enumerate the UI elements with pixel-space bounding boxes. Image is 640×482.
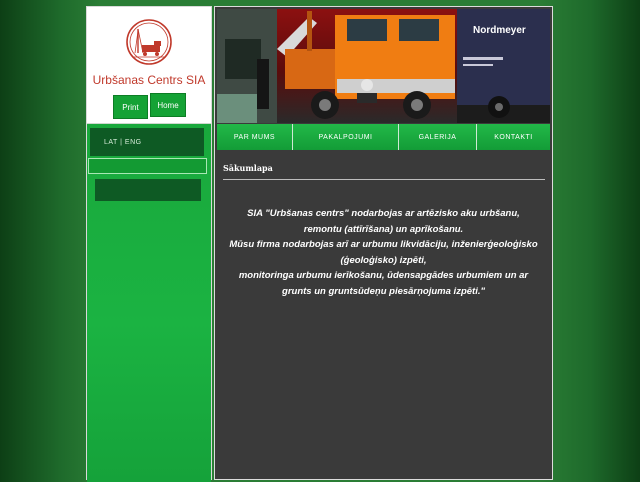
language-switcher[interactable]: LAT | ENG bbox=[90, 128, 204, 156]
intro-line: SIA "Urbšanas centrs" nodarbojas ar artē… bbox=[247, 208, 520, 219]
content-area: Sākumlapa SIA "Urbšanas centrs" nodarboj… bbox=[217, 151, 550, 479]
intro-text: SIA "Urbšanas centrs" nodarbojas ar artē… bbox=[217, 206, 550, 300]
top-navigation: PAR MUMS PAKALPOJUMI GALERIJA KONTAKTI bbox=[217, 124, 550, 150]
print-button[interactable]: Print bbox=[113, 95, 148, 119]
left-column: Urbšanas Centrs SIA Print Home LAT | ENG bbox=[86, 6, 212, 482]
truck-photo-icon: Nordmeyer bbox=[217, 9, 550, 123]
header-banner-image: Nordmeyer bbox=[217, 9, 550, 123]
nav-item-kontakti[interactable]: KONTAKTI bbox=[477, 124, 550, 150]
nav-item-pakalpojumi[interactable]: PAKALPOJUMI bbox=[293, 124, 399, 150]
banner-brand-text: Nordmeyer bbox=[473, 25, 526, 36]
brand-name: Urbšanas Centrs SIA bbox=[92, 73, 206, 87]
side-menu-block bbox=[95, 179, 201, 201]
nav-item-par-mums[interactable]: PAR MUMS bbox=[217, 124, 293, 150]
main-column: Nordmeyer PAR MUMS PAKALPOJUMI GALERIJA … bbox=[214, 6, 553, 480]
intro-line: Mūsu firma nodarbojas arī ar urbumu likv… bbox=[229, 239, 538, 251]
nav-item-galerija[interactable]: GALERIJA bbox=[399, 124, 477, 150]
page-title: Sākumlapa bbox=[223, 163, 273, 173]
title-divider bbox=[223, 179, 545, 180]
intro-line: remontu (attīrīšana) un aprīkošanu. bbox=[303, 223, 464, 235]
drilling-rig-logo-icon bbox=[126, 19, 172, 65]
logo-box: Urbšanas Centrs SIA Print Home bbox=[87, 7, 211, 123]
intro-line: grunts un gruntsūdeņu piesārņojuma izpēt… bbox=[282, 285, 485, 297]
intro-line: monitoringa urbumu ierīkošanu, ūdensapgā… bbox=[238, 270, 529, 282]
home-button[interactable]: Home bbox=[150, 93, 186, 117]
side-menu: LAT | ENG bbox=[87, 123, 211, 482]
side-menu-item-active[interactable] bbox=[88, 158, 207, 174]
intro-line: (ģeoloģisko) izpēti, bbox=[340, 254, 427, 266]
